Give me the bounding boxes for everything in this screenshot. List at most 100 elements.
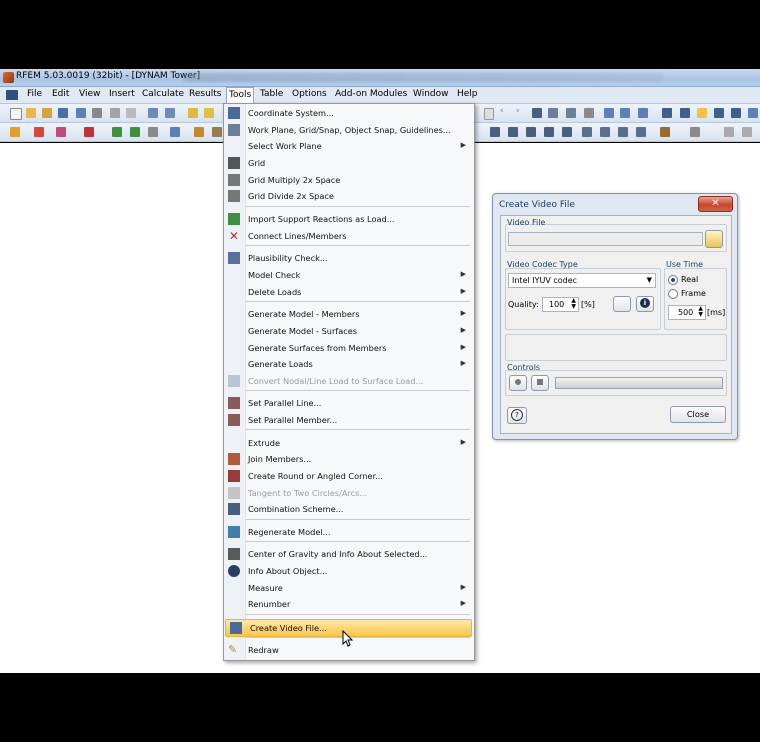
real-radio[interactable] <box>668 275 678 285</box>
support-icon[interactable] <box>84 127 94 137</box>
internal-forces-icon[interactable] <box>526 127 536 137</box>
arrow-right-icon[interactable]: › <box>516 106 526 116</box>
surface-icon[interactable] <box>148 127 158 137</box>
filter-icon[interactable] <box>618 127 628 137</box>
help-button[interactable]: ? <box>507 407 527 424</box>
guideline-icon[interactable] <box>731 108 741 118</box>
spinner-arrows-icon[interactable]: ▲ ▼ <box>698 306 703 318</box>
browse-folder-icon[interactable] <box>705 230 723 248</box>
document-menu-icon[interactable] <box>6 90 18 100</box>
menu-item-set-parallel-line[interactable]: Set Parallel Line... <box>224 395 472 411</box>
print-preview-icon[interactable] <box>110 108 120 118</box>
menu-item-regenerate-model[interactable]: Regenerate Model... <box>224 524 472 540</box>
dialog-close-icon[interactable]: ✕ <box>698 196 733 212</box>
ruler-icon[interactable] <box>724 127 734 137</box>
menu-item-generate-loads[interactable]: Generate Loads ▶ <box>224 356 472 372</box>
codec-select[interactable]: Intel IYUV codec ▼ <box>508 273 656 288</box>
menu-item-combination-scheme[interactable]: Combination Scheme... <box>224 501 472 517</box>
menu-item-connect-lines[interactable]: ✕ Connect Lines/Members <box>224 228 472 244</box>
menu-item-work-plane[interactable]: Work Plane, Grid/Snap, Object Snap, Guid… <box>224 122 472 138</box>
menu-view[interactable]: View <box>77 89 102 99</box>
menu-item-grid-divide[interactable]: Grid Divide 2x Space <box>224 188 472 204</box>
load-icon[interactable] <box>112 127 122 137</box>
member-icon[interactable] <box>56 127 66 137</box>
active-snap-icon[interactable] <box>697 108 707 118</box>
settings-icon[interactable] <box>690 127 700 137</box>
quality-spinner[interactable]: 100 ▲ ▼ <box>542 297 579 312</box>
search-icon[interactable] <box>204 108 214 118</box>
menu-item-renumber[interactable]: Renumber ▶ <box>224 596 472 612</box>
menu-item-generate-members[interactable]: Generate Model - Members ▶ <box>224 306 472 322</box>
time-spinner[interactable]: 500 ▲ ▼ <box>668 305 706 320</box>
dimension-icon[interactable] <box>584 108 594 118</box>
menu-item-set-parallel-member[interactable]: Set Parallel Member... <box>224 412 472 428</box>
menu-item-info-object[interactable]: Info About Object... <box>224 563 472 579</box>
menu-options[interactable]: Options <box>290 89 329 99</box>
print-graphic-icon[interactable] <box>660 127 670 137</box>
edit-icon[interactable] <box>188 108 198 118</box>
render-icon[interactable] <box>638 108 648 118</box>
close-button[interactable]: Close <box>670 406 726 423</box>
menu-item-center-of-gravity[interactable]: Center of Gravity and Info About Selecte… <box>224 546 472 562</box>
reactions-icon[interactable] <box>562 127 572 137</box>
snap-icon[interactable] <box>680 108 690 118</box>
workplane-icon[interactable] <box>748 108 758 118</box>
open-icon[interactable] <box>26 108 36 118</box>
menu-help[interactable]: Help <box>455 89 480 99</box>
menu-item-round-corner[interactable]: Create Round or Angled Corner... <box>224 468 472 484</box>
codec-settings-icon[interactable] <box>613 296 631 312</box>
spinner-arrows-icon[interactable]: ▲ ▼ <box>571 298 576 310</box>
pick-icon[interactable] <box>532 108 542 118</box>
menu-item-model-check[interactable]: Model Check ▶ <box>224 267 472 283</box>
object-snap-icon[interactable] <box>714 108 724 118</box>
dropdown-toggle-icon[interactable] <box>484 108 494 120</box>
grid-toggle-icon[interactable] <box>662 108 672 118</box>
animation-icon[interactable] <box>582 127 592 137</box>
values-icon[interactable] <box>600 127 610 137</box>
copy-icon[interactable] <box>126 108 136 118</box>
menu-item-generate-surfaces-from-members[interactable]: Generate Surfaces from Members ▶ <box>224 340 472 356</box>
node-icon[interactable] <box>10 127 20 137</box>
table-view-icon[interactable] <box>620 108 630 118</box>
menu-item-grid-multiply[interactable]: Grid Multiply 2x Space <box>224 172 472 188</box>
member-tool-icon[interactable] <box>566 108 576 118</box>
line-tool-icon[interactable] <box>548 108 558 118</box>
menu-addon-modules[interactable]: Add-on Modules <box>333 89 409 99</box>
codec-info-icon[interactable]: i <box>636 296 654 312</box>
menu-table[interactable]: Table <box>258 89 285 99</box>
save-all-icon[interactable] <box>76 108 86 118</box>
menu-results[interactable]: Results <box>187 89 224 99</box>
menu-tools[interactable]: Tools <box>226 87 255 103</box>
line-icon[interactable] <box>34 127 44 137</box>
hinge-icon[interactable] <box>212 127 222 137</box>
menu-item-join-members[interactable]: Join Members... <box>224 451 472 467</box>
menu-item-extrude[interactable]: Extrude ▶ <box>224 435 472 451</box>
display-icon[interactable] <box>636 127 646 137</box>
menu-calculate[interactable]: Calculate <box>140 89 186 99</box>
view-icon[interactable] <box>604 108 614 118</box>
new-icon[interactable] <box>10 108 22 120</box>
undo-icon[interactable] <box>148 108 158 118</box>
menu-item-select-work-plane[interactable]: Select Work Plane ▶ <box>224 138 472 154</box>
menu-item-grid[interactable]: Grid <box>224 155 472 171</box>
redo-icon[interactable] <box>165 108 175 118</box>
measure-icon[interactable] <box>742 127 752 137</box>
record-button[interactable] <box>509 375 527 391</box>
stop-button[interactable] <box>531 375 549 391</box>
menu-item-coordinate-system[interactable]: Coordinate System... <box>224 105 472 121</box>
arrow-left-icon[interactable]: ‹ <box>500 106 510 116</box>
video-file-input[interactable] <box>508 232 703 246</box>
open-folder-icon[interactable] <box>42 108 52 118</box>
section-icon[interactable] <box>170 127 180 137</box>
deformation-icon[interactable] <box>508 127 518 137</box>
load-case-icon[interactable] <box>130 127 140 137</box>
print-icon[interactable] <box>92 108 102 118</box>
menu-insert[interactable]: Insert <box>107 89 137 99</box>
menu-item-delete-loads[interactable]: Delete Loads ▶ <box>224 284 472 300</box>
menu-item-plausibility-check[interactable]: Plausibility Check... <box>224 250 472 266</box>
stresses-icon[interactable] <box>544 127 554 137</box>
material-icon[interactable] <box>194 127 204 137</box>
save-icon[interactable] <box>58 108 68 118</box>
menu-file[interactable]: File <box>25 89 44 99</box>
frame-radio[interactable] <box>668 289 678 299</box>
